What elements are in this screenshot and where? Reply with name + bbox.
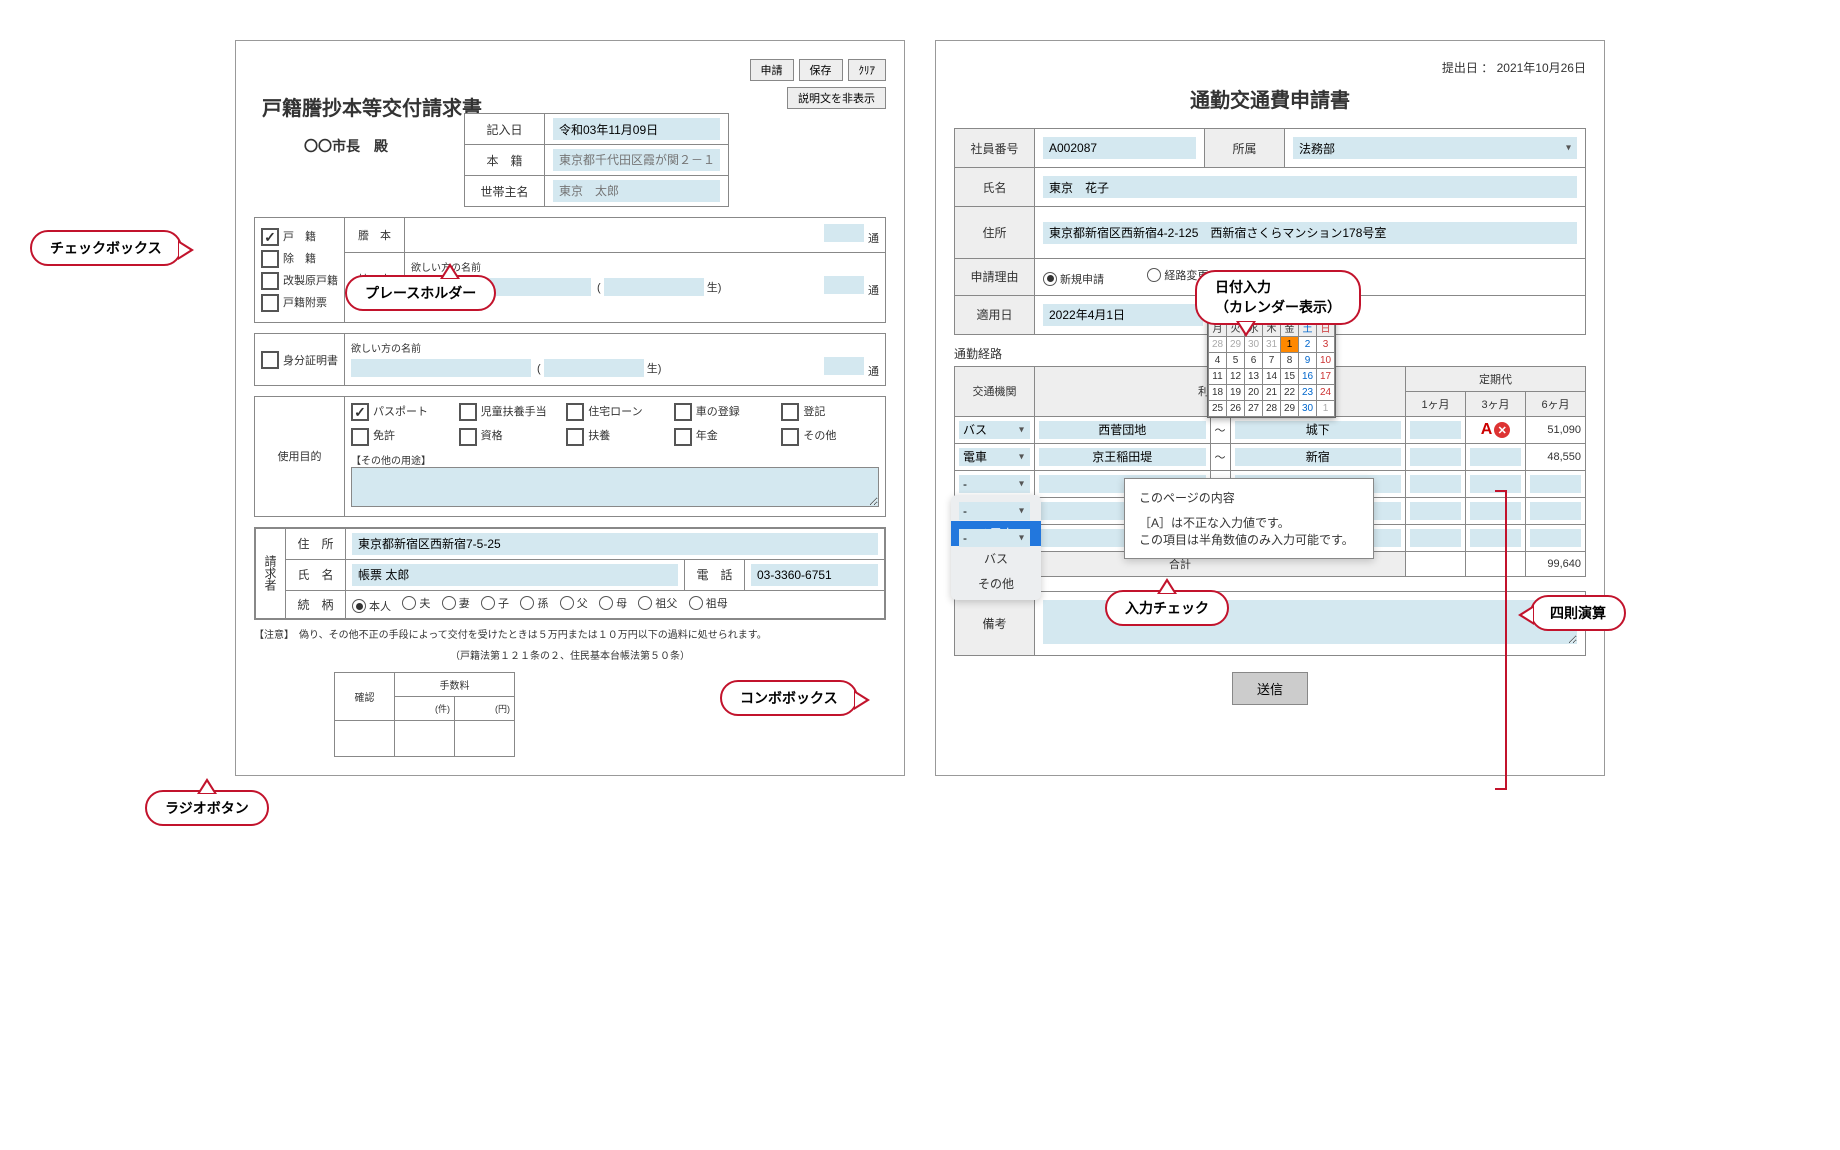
- to-input-1[interactable]: [1235, 421, 1402, 439]
- checkbox-koseki[interactable]: [261, 228, 279, 246]
- bracket-icon: [1495, 490, 1507, 790]
- submit-button[interactable]: 送信: [1232, 672, 1308, 705]
- checkbox-license[interactable]: [351, 428, 369, 446]
- callout-radio: ラジオボタン: [145, 790, 269, 826]
- radio-child[interactable]: 子: [481, 595, 509, 611]
- trans-select-3[interactable]: [959, 475, 1030, 493]
- applicant-name-input[interactable]: [352, 564, 678, 586]
- hide-desc-button[interactable]: 説明文を非表示: [787, 87, 886, 109]
- trans-select-1[interactable]: [959, 421, 1030, 439]
- trans-select-2[interactable]: [959, 448, 1030, 466]
- clear-button[interactable]: ｸﾘｱ: [848, 59, 887, 81]
- shohon-count[interactable]: [824, 276, 864, 294]
- entry-date-input[interactable]: [553, 118, 720, 140]
- radio-grand[interactable]: 孫: [520, 595, 548, 611]
- label: 世帯主名: [465, 176, 545, 207]
- callout-checkbox: チェックボックス: [30, 230, 182, 266]
- id-name-input[interactable]: [351, 359, 531, 377]
- label: 本 籍: [465, 145, 545, 176]
- shohon-birth-input[interactable]: [604, 278, 704, 296]
- checkbox-id[interactable]: [261, 351, 279, 369]
- radio-mother[interactable]: 母: [599, 595, 627, 611]
- checkbox-fuyo[interactable]: [566, 428, 584, 446]
- save-button[interactable]: 保存: [799, 59, 843, 81]
- radio-gmother[interactable]: 祖母: [689, 595, 728, 611]
- to-input-2[interactable]: [1235, 448, 1402, 466]
- checkbox-child[interactable]: [459, 403, 477, 421]
- radio-wife[interactable]: 妻: [442, 595, 470, 611]
- from-input-2[interactable]: [1039, 448, 1206, 466]
- radio-self[interactable]: 本人: [352, 598, 391, 614]
- checkbox-other[interactable]: [781, 428, 799, 446]
- checkbox-loan[interactable]: [566, 403, 584, 421]
- callout-calc: 四則演算: [1530, 595, 1626, 631]
- checkbox-nenkin[interactable]: [674, 428, 692, 446]
- householder-input[interactable]: [553, 180, 720, 202]
- callout-combo: コンボボックス: [720, 680, 858, 716]
- applicant-address-input[interactable]: [352, 533, 878, 555]
- emp-addr-input[interactable]: [1043, 222, 1577, 244]
- left-form: 申請 保存 ｸﾘｱ 戸籍謄抄本等交付請求書 〇〇市長 殿 説明文を非表示 記入日…: [235, 40, 905, 776]
- radio-new[interactable]: 新規申請: [1043, 271, 1104, 287]
- applicant-tel-input[interactable]: [751, 564, 878, 586]
- error-value: A: [1481, 421, 1493, 439]
- callout-placeholder: プレースホルダー: [345, 275, 496, 311]
- id-birth-input[interactable]: [544, 359, 644, 377]
- checkbox-kaisei[interactable]: [261, 272, 279, 290]
- validation-tooltip: このページの内容 ［A］は不正な入力値です。 この項目は半角数値のみ入力可能です…: [1124, 478, 1374, 559]
- error-icon: ✕: [1494, 422, 1510, 438]
- checkbox-fuhyo[interactable]: [261, 294, 279, 312]
- checkbox-passport[interactable]: [351, 403, 369, 421]
- emp-id-input[interactable]: [1043, 137, 1196, 159]
- radio-gfather[interactable]: 祖父: [638, 595, 677, 611]
- dept-select[interactable]: [1293, 137, 1577, 159]
- honseki-input[interactable]: [553, 149, 720, 171]
- other-purpose-input[interactable]: [351, 467, 879, 507]
- m1-input-1[interactable]: [1410, 421, 1461, 439]
- checkbox-shikaku[interactable]: [459, 428, 477, 446]
- checkbox-touki[interactable]: [781, 403, 799, 421]
- radio-father[interactable]: 父: [560, 595, 588, 611]
- checkbox-car[interactable]: [674, 403, 692, 421]
- callout-valid: 入力チェック: [1105, 590, 1229, 626]
- from-input-1[interactable]: [1039, 421, 1206, 439]
- callout-date: 日付入力 （カレンダー表示）: [1195, 270, 1361, 325]
- form-title: 戸籍謄抄本等交付請求書: [254, 92, 482, 121]
- m6-value-1: 51,090: [1526, 416, 1586, 443]
- tohon-count[interactable]: [824, 224, 864, 242]
- label: 記入日: [465, 114, 545, 145]
- emp-name-input[interactable]: [1043, 176, 1577, 198]
- form-title: 通勤交通費申請書: [954, 84, 1586, 113]
- checkbox-joseki[interactable]: [261, 250, 279, 268]
- apply-button[interactable]: 申請: [750, 59, 794, 81]
- caution-text: 【注意】 偽り、その他不正の手段によって交付を受けたときは５万円または１０万円以…: [254, 626, 886, 641]
- total-6m: 99,640: [1526, 551, 1586, 576]
- id-count[interactable]: [824, 357, 864, 375]
- apply-date-input[interactable]: [1043, 304, 1203, 326]
- radio-husband[interactable]: 夫: [402, 595, 430, 611]
- mayor-label: 〇〇市長 殿: [304, 136, 454, 156]
